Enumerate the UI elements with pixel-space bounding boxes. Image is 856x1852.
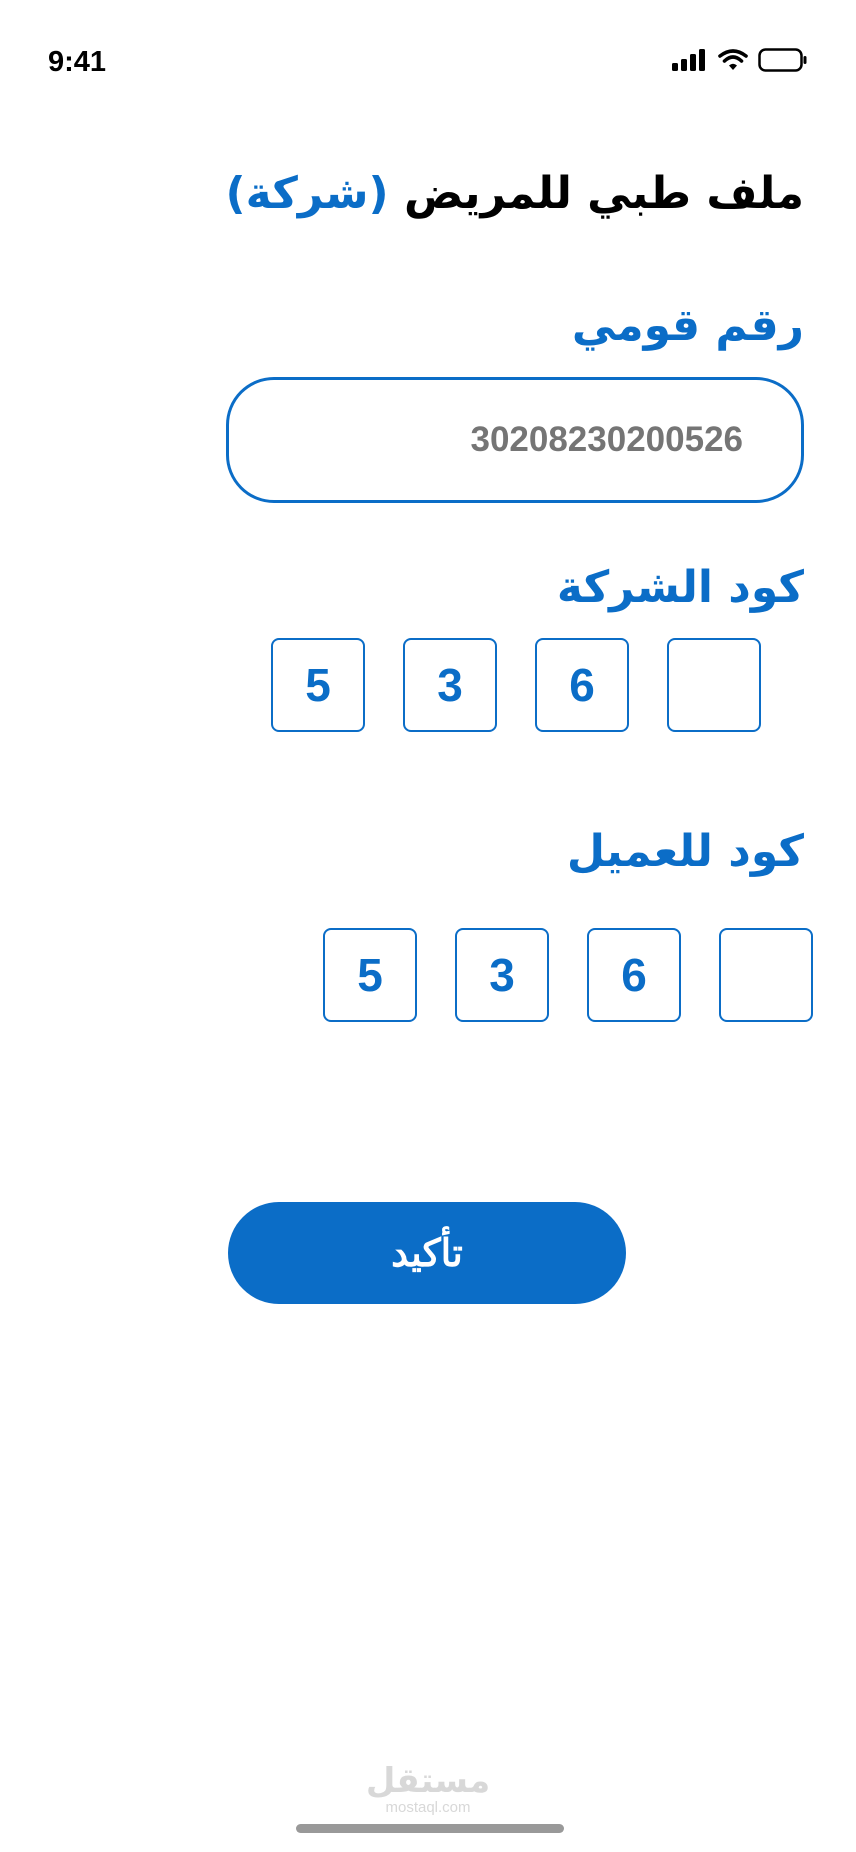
status-time: 9:41 — [48, 46, 107, 78]
company-code-label: كود الشركة — [556, 562, 804, 613]
page-title-main: ملف طبي للمريض — [403, 168, 804, 219]
client-code-box-2[interactable]: 3 — [455, 928, 549, 1022]
wifi-icon — [718, 49, 748, 70]
home-indicator[interactable] — [296, 1824, 564, 1833]
signal-icon — [672, 49, 705, 71]
company-code-box-3[interactable]: 6 — [535, 638, 629, 732]
company-code-box-4[interactable] — [667, 638, 761, 732]
confirm-button[interactable]: تأكيد — [228, 1202, 626, 1304]
page-title-accent: (شركة) — [225, 168, 389, 219]
national-id-input[interactable] — [226, 377, 804, 503]
national-id-label: رقم قومي — [571, 300, 804, 351]
watermark-arabic: مستقل — [365, 1761, 491, 1801]
company-code-box-2[interactable]: 3 — [403, 638, 497, 732]
battery-icon — [758, 48, 807, 72]
page-title: ملف طبي للمريض (شركة) — [225, 168, 804, 219]
client-code-box-4[interactable] — [719, 928, 813, 1022]
client-code-label: كود للعميل — [566, 826, 804, 877]
status-icons — [672, 48, 808, 72]
company-code-box-1[interactable]: 5 — [271, 638, 365, 732]
watermark-latin: mostaql.com — [385, 1799, 471, 1816]
client-code-box-1[interactable]: 5 — [323, 928, 417, 1022]
watermark: مستقل mostaql.com — [0, 1764, 856, 1815]
client-code-box-3[interactable]: 6 — [587, 928, 681, 1022]
